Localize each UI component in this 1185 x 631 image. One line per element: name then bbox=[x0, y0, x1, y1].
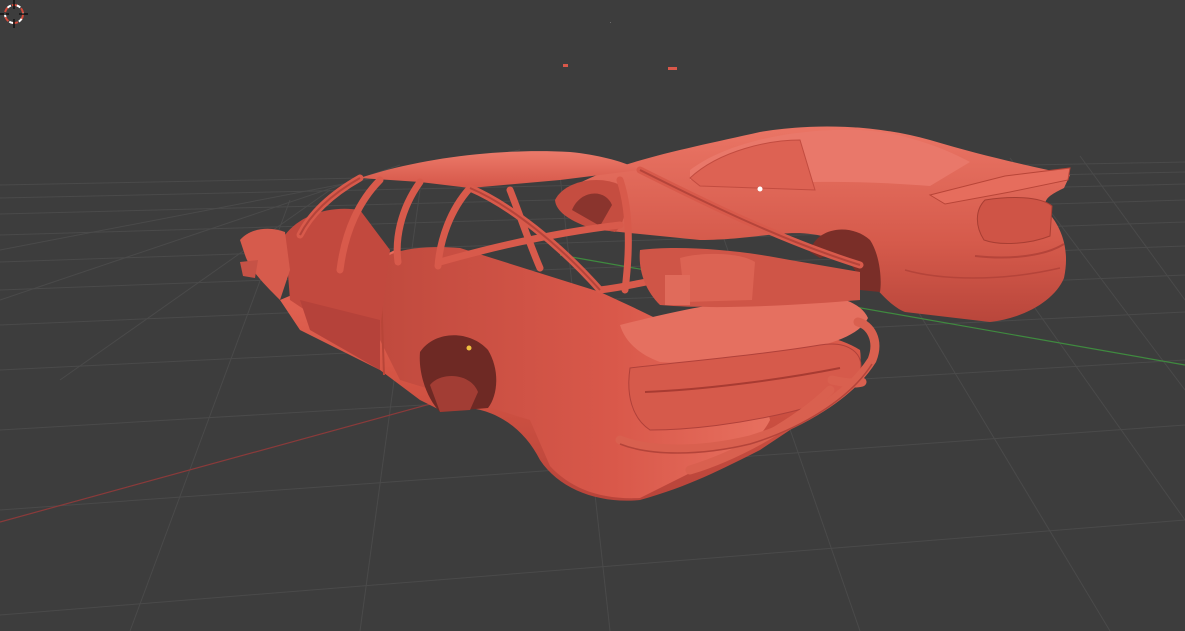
origin-point bbox=[757, 186, 763, 192]
viewport-canvas[interactable] bbox=[0, 0, 1185, 631]
3d-cursor-icon[interactable] bbox=[0, 0, 28, 28]
stray-vertices bbox=[563, 22, 677, 70]
3d-viewport[interactable] bbox=[0, 0, 1185, 631]
vertex-marker bbox=[466, 345, 472, 351]
